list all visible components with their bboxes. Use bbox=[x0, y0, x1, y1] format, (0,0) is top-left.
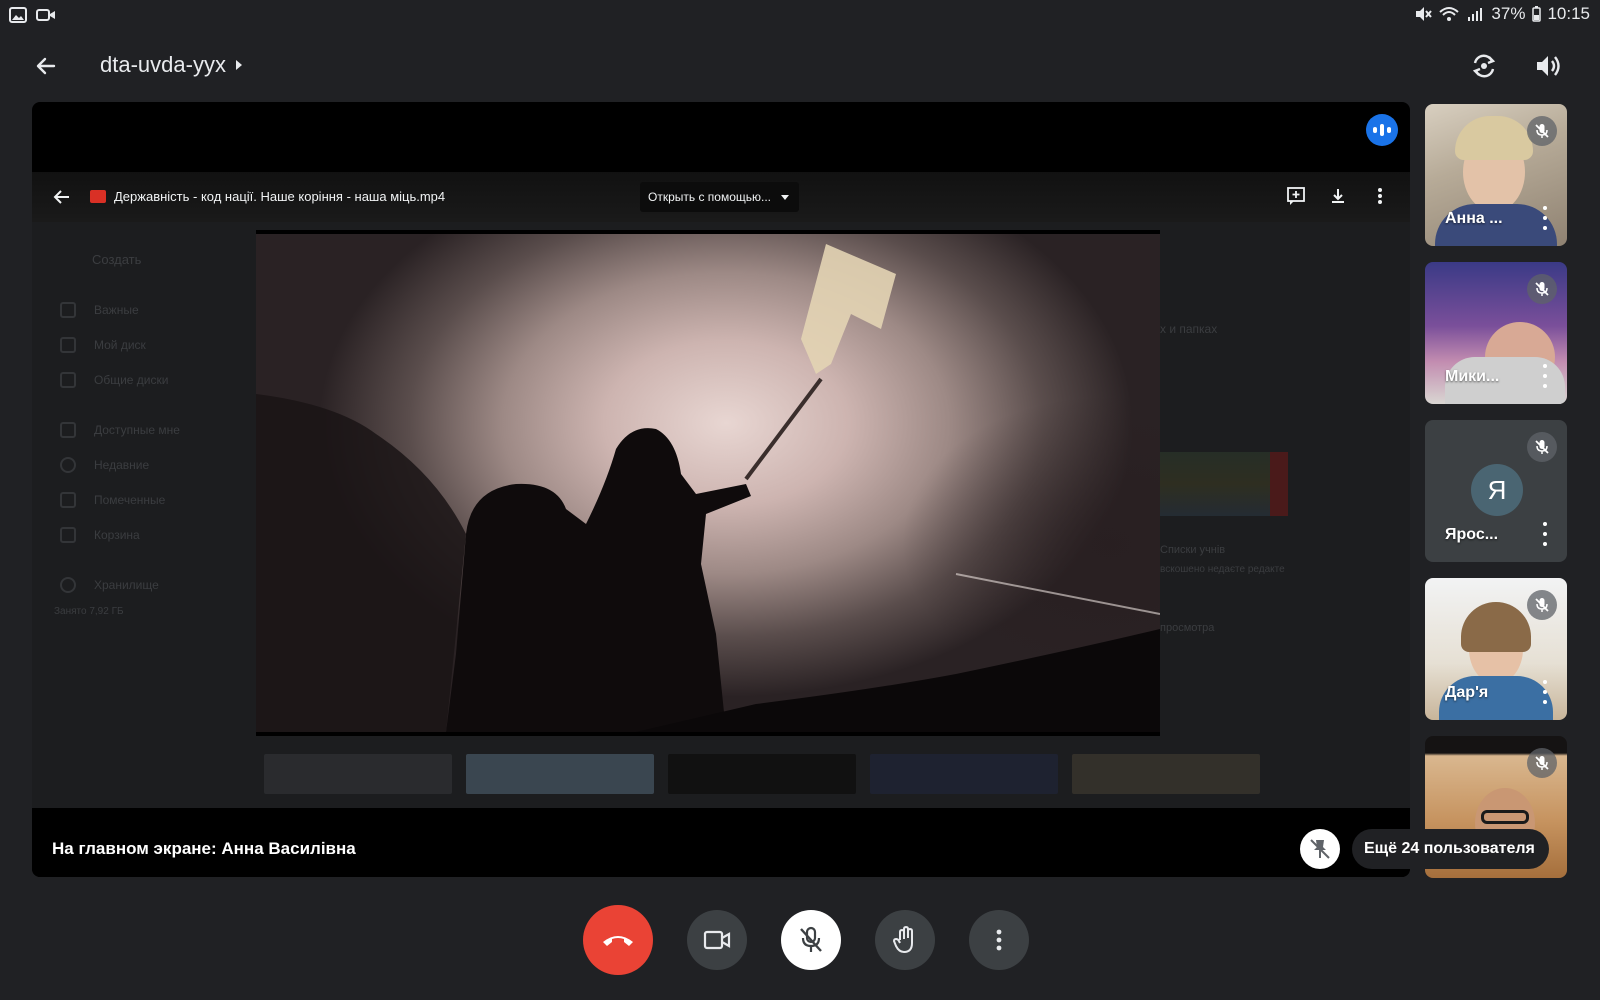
ghost-sidebar-label: Помеченные bbox=[94, 493, 166, 507]
status-bar: 37% 10:15 bbox=[0, 0, 1600, 32]
participant-options-icon[interactable] bbox=[1535, 364, 1555, 388]
meeting-code-button[interactable]: dta-uvda-yyx bbox=[100, 52, 244, 78]
participant-tile[interactable]: Анна ... bbox=[1425, 104, 1567, 246]
battery-level: 37% bbox=[1491, 4, 1526, 23]
wifi-icon bbox=[1439, 5, 1460, 23]
speaker-icon bbox=[1537, 56, 1560, 76]
ghost-thumbnail bbox=[1160, 452, 1286, 516]
ghost-sidebar-label: Важные bbox=[94, 303, 139, 317]
unpin-icon bbox=[1310, 839, 1330, 859]
mic-off-icon bbox=[1527, 116, 1557, 146]
video-frame-image bbox=[256, 244, 1160, 732]
thumbnail bbox=[668, 754, 856, 794]
download-icon bbox=[1326, 184, 1350, 208]
ghost-sidebar-icon bbox=[60, 372, 76, 388]
open-with-dropdown: Открыть с помощью... bbox=[640, 182, 800, 212]
participant-options-icon[interactable] bbox=[1535, 680, 1555, 704]
ghost-sidebar-label: Мой диск bbox=[94, 338, 146, 352]
microphone-button[interactable] bbox=[781, 910, 841, 970]
thumbnail bbox=[1072, 754, 1260, 794]
back-arrow-icon bbox=[36, 57, 56, 75]
participant-name: Ярос... bbox=[1445, 526, 1499, 543]
participant-tile[interactable]: Мики... bbox=[1425, 262, 1567, 404]
mic-off-icon bbox=[1527, 748, 1557, 778]
ghost-sidebar-icon bbox=[60, 527, 76, 543]
ghost-sidebar-icon bbox=[60, 492, 76, 508]
mic-off-icon bbox=[1527, 274, 1557, 304]
end-call-icon bbox=[603, 936, 633, 946]
gallery-icon bbox=[8, 6, 28, 24]
avatar: Я bbox=[1471, 464, 1523, 516]
ghost-right-text: Списки учнів bbox=[1160, 544, 1226, 556]
end-call-button[interactable] bbox=[583, 905, 653, 975]
ghost-sidebar-label: Недавние bbox=[94, 458, 150, 472]
participant-name: Анна ... bbox=[1445, 210, 1503, 227]
ghost-create-label: Создать bbox=[92, 252, 142, 267]
viewer-back-icon bbox=[50, 185, 74, 209]
participant-tiles: Анна ... Мики... Я Ярос... Дар'я bbox=[1425, 104, 1567, 894]
speaker-button[interactable] bbox=[1528, 46, 1568, 86]
participant-options-icon[interactable] bbox=[1535, 206, 1555, 230]
ghost-thumbnail-edge bbox=[1270, 452, 1288, 516]
raise-hand-icon bbox=[893, 926, 913, 954]
ghost-right-text: х и папках bbox=[1160, 322, 1218, 336]
more-vert-icon bbox=[996, 929, 1002, 951]
stage-footer: На главном экране: Анна Василівна bbox=[32, 809, 1410, 877]
switch-camera-button[interactable] bbox=[1464, 46, 1504, 86]
video-player bbox=[256, 230, 1160, 736]
mic-off-icon bbox=[1527, 590, 1557, 620]
thumbnail bbox=[466, 754, 654, 794]
speaking-indicator-icon bbox=[1366, 114, 1398, 146]
shared-screen: Создать Важные Мой диск Общие диски Дост… bbox=[32, 172, 1410, 808]
file-viewer-toolbar: Державність - код нації. Наше коріння - … bbox=[32, 172, 1410, 222]
video-thumbnails bbox=[264, 754, 1260, 794]
ghost-sidebar-icon bbox=[60, 337, 76, 353]
ghost-sidebar-label: Хранилище bbox=[94, 578, 159, 592]
mic-off-icon bbox=[800, 926, 822, 952]
ghost-sidebar-label: Общие диски bbox=[94, 373, 169, 387]
ghost-sidebar-icon bbox=[60, 302, 76, 318]
video-file-icon bbox=[90, 190, 106, 203]
participant-tile[interactable]: Дар'я bbox=[1425, 578, 1567, 720]
meeting-code: dta-uvda-yyx bbox=[100, 52, 226, 77]
participant-tile[interactable]: Я Ярос... bbox=[1425, 420, 1567, 562]
participant-name: Мики... bbox=[1445, 368, 1500, 385]
battery-icon bbox=[1531, 5, 1541, 23]
ghost-sidebar-icon bbox=[60, 422, 76, 438]
call-controls bbox=[0, 905, 1600, 980]
chevron-right-icon bbox=[235, 60, 242, 70]
camera-button[interactable] bbox=[687, 910, 747, 970]
camera-icon bbox=[703, 930, 731, 950]
more-vert-icon bbox=[1368, 184, 1392, 208]
meeting-header: dta-uvda-yyx bbox=[0, 40, 1600, 90]
mic-off-icon bbox=[1527, 432, 1557, 462]
unpin-button[interactable] bbox=[1300, 829, 1340, 869]
ghost-right-text: вскошено недаєте редакте bbox=[1160, 564, 1285, 575]
raise-hand-button[interactable] bbox=[875, 910, 935, 970]
file-name: Державність - код нації. Наше коріння - … bbox=[114, 189, 446, 204]
ghost-sidebar-icon bbox=[60, 457, 76, 473]
main-stage[interactable]: Создать Важные Мой диск Общие диски Дост… bbox=[32, 102, 1410, 877]
signal-icon bbox=[1465, 5, 1485, 23]
back-button[interactable] bbox=[28, 48, 64, 84]
ghost-right-text: просмотра bbox=[1160, 622, 1215, 634]
mute-icon bbox=[1413, 5, 1433, 23]
ghost-sidebar-icon bbox=[60, 577, 76, 593]
video-recorder-icon bbox=[36, 6, 56, 24]
ghost-sidebar-label: Доступные мне bbox=[94, 423, 180, 437]
thumbnail bbox=[264, 754, 452, 794]
more-options-button[interactable] bbox=[969, 910, 1029, 970]
thumbnail bbox=[870, 754, 1058, 794]
participant-name: Дар'я bbox=[1445, 684, 1489, 701]
add-comment-icon bbox=[1284, 184, 1308, 208]
ghost-storage-label: Занято 7,92 ГБ bbox=[54, 606, 124, 617]
more-participants-button[interactable]: Ещё 24 пользователя bbox=[1352, 829, 1549, 869]
switch-camera-icon bbox=[1472, 54, 1496, 78]
participant-options-icon[interactable] bbox=[1535, 522, 1555, 546]
clock: 10:15 bbox=[1547, 4, 1590, 23]
ghost-sidebar-label: Корзина bbox=[94, 528, 140, 542]
spotlight-label: На главном экране: Анна Василівна bbox=[52, 839, 356, 858]
